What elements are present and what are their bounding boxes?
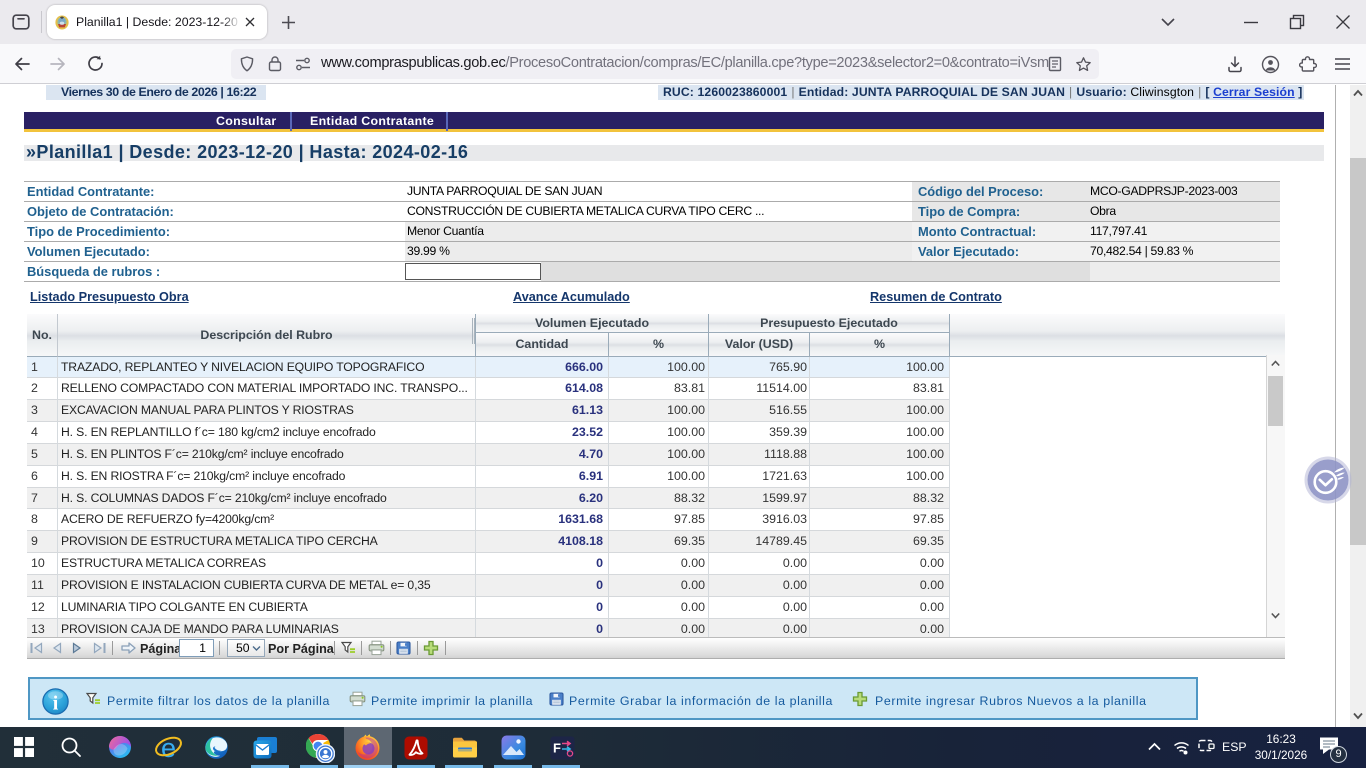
svg-text:F: F: [553, 741, 561, 756]
svg-text:i: i: [53, 693, 59, 715]
